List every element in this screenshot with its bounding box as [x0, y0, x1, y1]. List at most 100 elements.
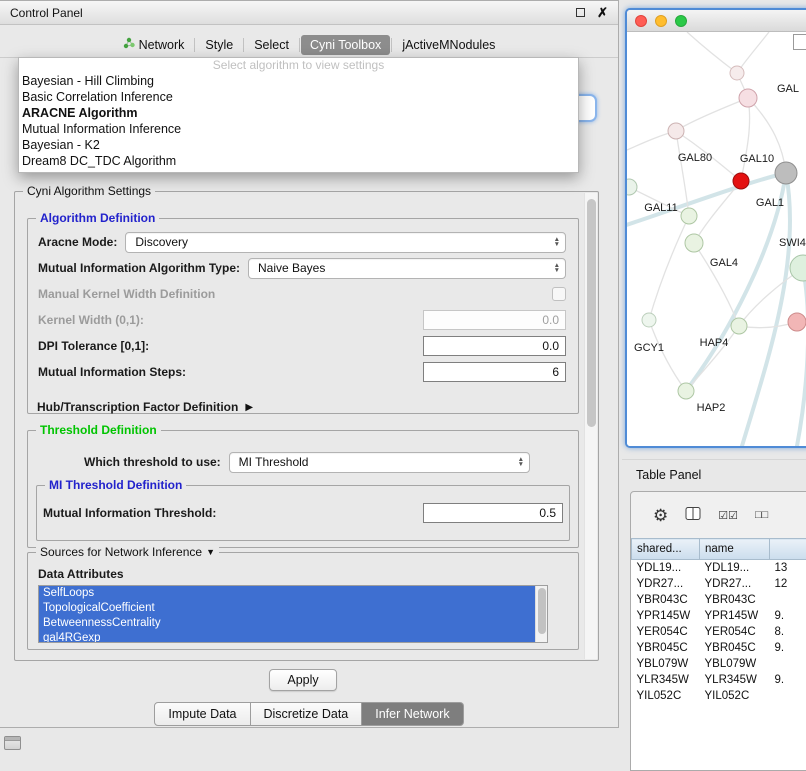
tab-network[interactable]: Network	[114, 34, 194, 55]
algorithm-option[interactable]: ARACNE Algorithm	[19, 105, 578, 121]
zoom-traffic-light[interactable]	[675, 15, 687, 27]
network-node[interactable]	[790, 255, 806, 281]
attribute-item[interactable]: SelfLoops	[39, 586, 547, 601]
column-header[interactable]: name	[700, 539, 770, 560]
table-row[interactable]: YDL19...YDL19...13	[632, 560, 806, 576]
tab-infer-network[interactable]: Infer Network	[362, 702, 463, 726]
control-panel-titlebar[interactable]: Control Panel ✗	[0, 1, 618, 25]
which-threshold-select[interactable]: MI Threshold ▲▼	[229, 452, 530, 473]
network-node[interactable]	[681, 208, 697, 224]
table-cell[interactable]: 9.	[770, 640, 806, 656]
network-node[interactable]	[685, 234, 703, 252]
gear-icon[interactable]: ⚙	[653, 507, 668, 524]
table-cell[interactable]: YDL19...	[632, 560, 700, 576]
close-icon[interactable]: ✗	[597, 6, 608, 19]
algorithm-option[interactable]: Dream8 DC_TDC Algorithm	[19, 153, 578, 169]
algorithm-option[interactable]: Bayesian - Hill Climbing	[19, 73, 578, 89]
table-cell[interactable]: YBL079W	[632, 656, 700, 672]
algorithm-option[interactable]: Mutual Information Inference	[19, 121, 578, 137]
table-cell[interactable]: YDL19...	[700, 560, 770, 576]
table-row[interactable]: YLR345WYLR345W9.	[632, 672, 806, 688]
settings-scrollbar[interactable]	[584, 193, 597, 659]
tab-select[interactable]: Select	[245, 35, 298, 55]
data-attributes-list[interactable]: SelfLoopsTopologicalCoefficientBetweenne…	[38, 585, 548, 643]
aracne-mode-select[interactable]: Discovery ▲▼	[125, 232, 566, 253]
columns-icon[interactable]	[685, 506, 701, 524]
deselect-all-icon[interactable]: □□	[755, 509, 768, 521]
table-cell[interactable]: YPR145W	[632, 608, 700, 624]
table-cell[interactable]	[770, 688, 806, 704]
algorithm-option[interactable]: Basic Correlation Inference	[19, 89, 578, 105]
attribute-item[interactable]: BetweennessCentrality	[39, 616, 547, 631]
table-cell[interactable]: YER054C	[700, 624, 770, 640]
table-cell[interactable]: YER054C	[632, 624, 700, 640]
table-cell[interactable]: 9.	[770, 608, 806, 624]
apply-button[interactable]: Apply	[269, 669, 337, 691]
float-window-icon[interactable]	[576, 8, 585, 17]
table-cell[interactable]: YBR043C	[632, 592, 700, 608]
tab-discretize-data[interactable]: Discretize Data	[251, 702, 363, 726]
table-row[interactable]: YBR045CYBR045C9.	[632, 640, 806, 656]
table-cell[interactable]: YLR345W	[700, 672, 770, 688]
table-cell[interactable]: 13	[770, 560, 806, 576]
table-row[interactable]: YPR145WYPR145W9.	[632, 608, 806, 624]
minimized-panel-icon[interactable]	[4, 736, 21, 750]
mi-type-select[interactable]: Naive Bayes ▲▼	[248, 258, 566, 279]
attribute-item[interactable]: gal4RGexp	[39, 631, 547, 643]
table-cell[interactable]: YDR27...	[632, 576, 700, 592]
network-node[interactable]	[627, 179, 637, 195]
network-graph[interactable]: GALGAL80GAL10GAL11GAL1SWI4GAL4GCY1HAP4HA…	[627, 32, 806, 446]
table-row[interactable]: YBL079WYBL079W	[632, 656, 806, 672]
table-cell[interactable]: YIL052C	[632, 688, 700, 704]
table-cell[interactable]: YBR045C	[632, 640, 700, 656]
network-node[interactable]	[739, 89, 757, 107]
network-node[interactable]	[668, 123, 684, 139]
table-cell[interactable]: YBR043C	[700, 592, 770, 608]
network-node[interactable]	[678, 383, 694, 399]
network-node[interactable]	[731, 318, 747, 334]
network-node[interactable]	[775, 162, 797, 184]
birdseye-toggle[interactable]	[793, 34, 806, 50]
table-cell[interactable]: 12	[770, 576, 806, 592]
kernel-width-field[interactable]: 0.0	[423, 310, 566, 330]
list-scrollbar-thumb[interactable]	[538, 588, 546, 634]
minimize-traffic-light[interactable]	[655, 15, 667, 27]
table-cell[interactable]: 9.	[770, 672, 806, 688]
table-cell[interactable]: YBR045C	[700, 640, 770, 656]
tab-jactivemnodules[interactable]: jActiveMNodules	[393, 35, 504, 55]
table-cell[interactable]: YDR27...	[700, 576, 770, 592]
table-row[interactable]: YER054CYER054C8.	[632, 624, 806, 640]
network-canvas[interactable]: GALGAL80GAL10GAL11GAL1SWI4GAL4GCY1HAP4HA…	[627, 32, 806, 446]
mi-steps-field[interactable]: 6	[423, 362, 566, 382]
dpi-tolerance-field[interactable]: 0.0	[423, 336, 566, 356]
tab-cyni-toolbox[interactable]: Cyni Toolbox	[301, 35, 390, 55]
table-cell[interactable]	[770, 592, 806, 608]
mi-threshold-field[interactable]: 0.5	[423, 503, 563, 523]
table-cell[interactable]: YBL079W	[700, 656, 770, 672]
list-scrollbar[interactable]	[535, 586, 547, 642]
table-row[interactable]: YIL052CYIL052C	[632, 688, 806, 704]
network-node[interactable]	[733, 173, 749, 189]
column-header[interactable]: shared...	[632, 539, 700, 560]
network-window-titlebar[interactable]	[627, 10, 806, 32]
hub-definition-toggle[interactable]: Hub/Transcription Factor Definition ▶	[37, 400, 253, 414]
select-all-icon[interactable]: ☑☑	[718, 509, 738, 522]
attribute-item[interactable]: TopologicalCoefficient	[39, 601, 547, 616]
table-cell[interactable]: 8.	[770, 624, 806, 640]
column-header[interactable]	[770, 539, 806, 560]
manual-kernel-checkbox[interactable]	[552, 287, 566, 301]
table-row[interactable]: YBR043CYBR043C	[632, 592, 806, 608]
table-row[interactable]: YDR27...YDR27...12	[632, 576, 806, 592]
tab-impute-data[interactable]: Impute Data	[154, 702, 250, 726]
tab-style[interactable]: Style	[196, 35, 242, 55]
network-node[interactable]	[730, 66, 744, 80]
table-cell[interactable]	[770, 656, 806, 672]
sources-group-title[interactable]: Sources for Network Inference ▼	[36, 545, 219, 559]
network-node[interactable]	[642, 313, 656, 327]
algorithm-option[interactable]: Bayesian - K2	[19, 137, 578, 153]
table-cell[interactable]: YIL052C	[700, 688, 770, 704]
close-traffic-light[interactable]	[635, 15, 647, 27]
settings-scrollbar-thumb[interactable]	[587, 199, 596, 427]
table-cell[interactable]: YPR145W	[700, 608, 770, 624]
table-cell[interactable]: YLR345W	[632, 672, 700, 688]
